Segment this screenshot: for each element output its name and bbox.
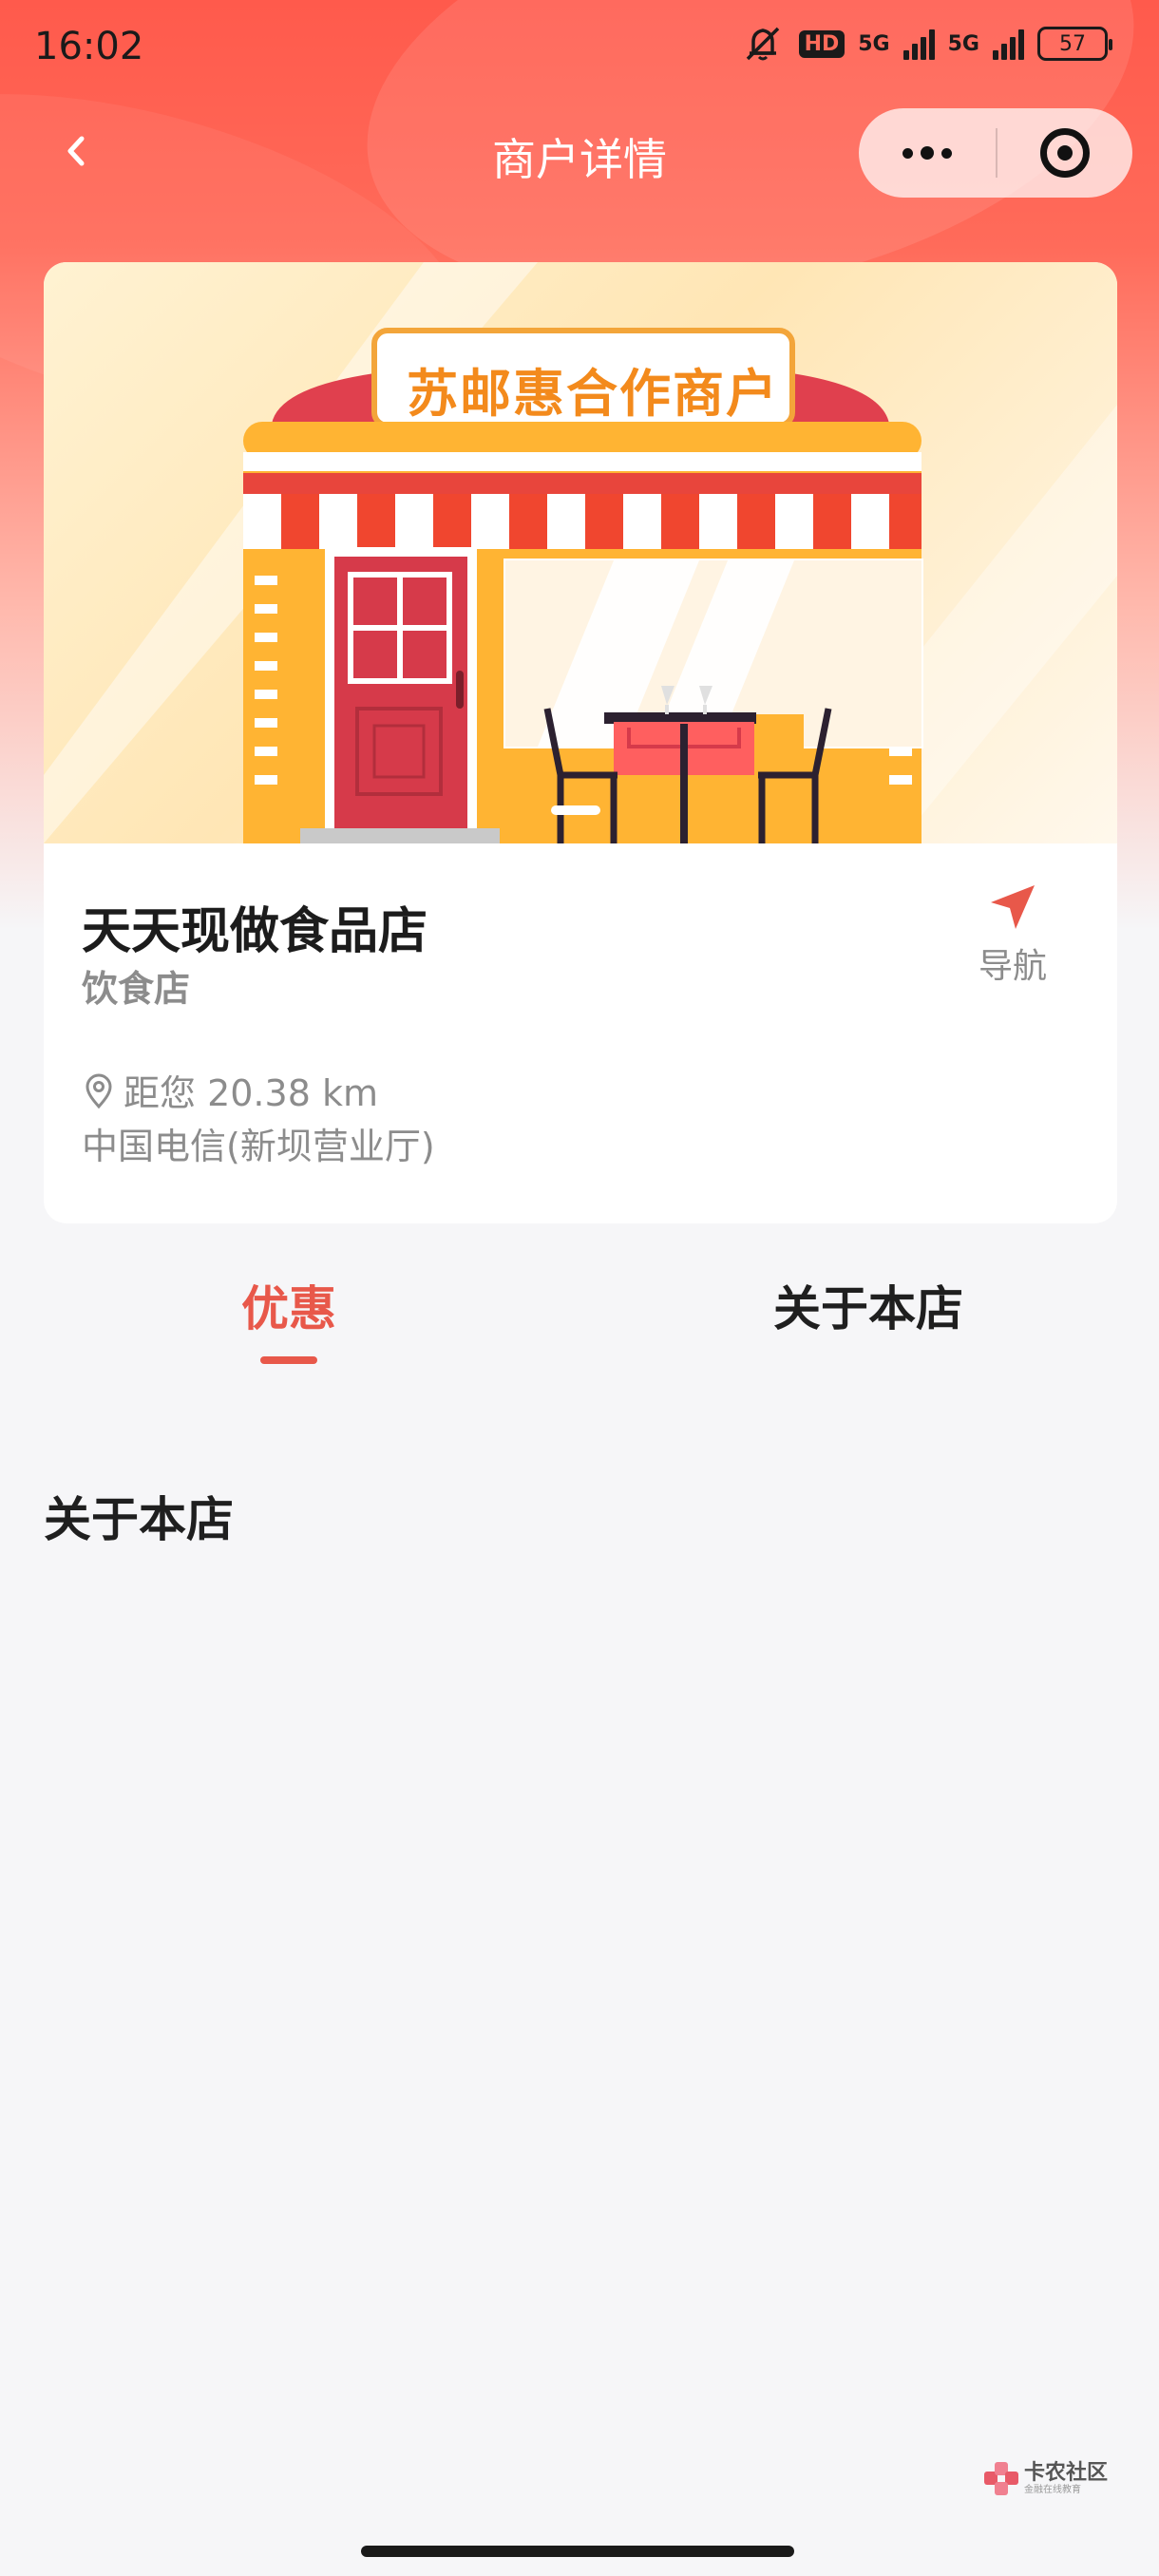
network-label-2: 5G	[947, 31, 979, 56]
network-label-1: 5G	[858, 31, 890, 56]
active-tab-indicator	[260, 1356, 317, 1364]
status-time: 16:02	[34, 25, 144, 68]
shop-address: 中国电信(新坝营业厅)	[82, 1126, 435, 1167]
section-title: 关于本店	[44, 1492, 234, 1547]
target-close-icon	[1040, 128, 1090, 178]
status-bar: 16:02 HD 5G 5G 57	[0, 0, 1159, 95]
watermark: 卡农社区 金融在线教育	[984, 2462, 1108, 2496]
tab-bar: 优惠 关于本店	[0, 1235, 1159, 1387]
tab-offers[interactable]: 优惠	[241, 1271, 336, 1339]
battery-level: 57	[1059, 31, 1086, 56]
mute-icon	[746, 27, 779, 61]
merchant-card: 苏邮惠合作商户 天天现做食品店 饮食店 导航 距您 20.38 km 中国电信(…	[44, 262, 1117, 1223]
location-pin-icon	[86, 1073, 112, 1108]
battery-icon: 57	[1037, 27, 1112, 61]
watermark-text: 卡农社区	[1024, 2461, 1109, 2485]
navigation-arrow-icon	[991, 885, 1035, 929]
signal-icon	[993, 28, 1024, 60]
tab-about[interactable]: 关于本店	[773, 1271, 963, 1339]
nav-bar: 商户详情	[0, 104, 1159, 199]
watermark-subtext: 金融在线教育	[1024, 2485, 1081, 2495]
shop-name: 天天现做食品店	[82, 903, 428, 960]
home-indicator[interactable]	[361, 2546, 794, 2557]
merchant-info: 天天现做食品店 饮食店 导航 距您 20.38 km 中国电信(新坝营业厅)	[44, 843, 1117, 1223]
navigate-label: 导航	[978, 947, 1047, 986]
mini-program-capsule	[859, 108, 1132, 198]
status-icons: HD 5G 5G 57	[740, 25, 1112, 63]
shop-category: 饮食店	[82, 968, 191, 1010]
banner-sign-text: 苏邮惠合作商户	[407, 364, 779, 424]
close-button[interactable]	[998, 108, 1132, 198]
distance-row: 距您 20.38 km	[82, 1064, 378, 1116]
navigate-button[interactable]: 导航	[956, 881, 1070, 986]
hd-badge: HD	[798, 29, 846, 58]
storefront-illustration	[44, 262, 1117, 843]
more-dots-icon	[902, 146, 952, 160]
more-button[interactable]	[859, 108, 996, 198]
distance-text: 距您 20.38 km	[124, 1072, 378, 1114]
storefront-banner: 苏邮惠合作商户	[44, 262, 1117, 843]
watermark-logo-icon	[984, 2462, 1018, 2496]
signal-icon	[902, 28, 935, 60]
